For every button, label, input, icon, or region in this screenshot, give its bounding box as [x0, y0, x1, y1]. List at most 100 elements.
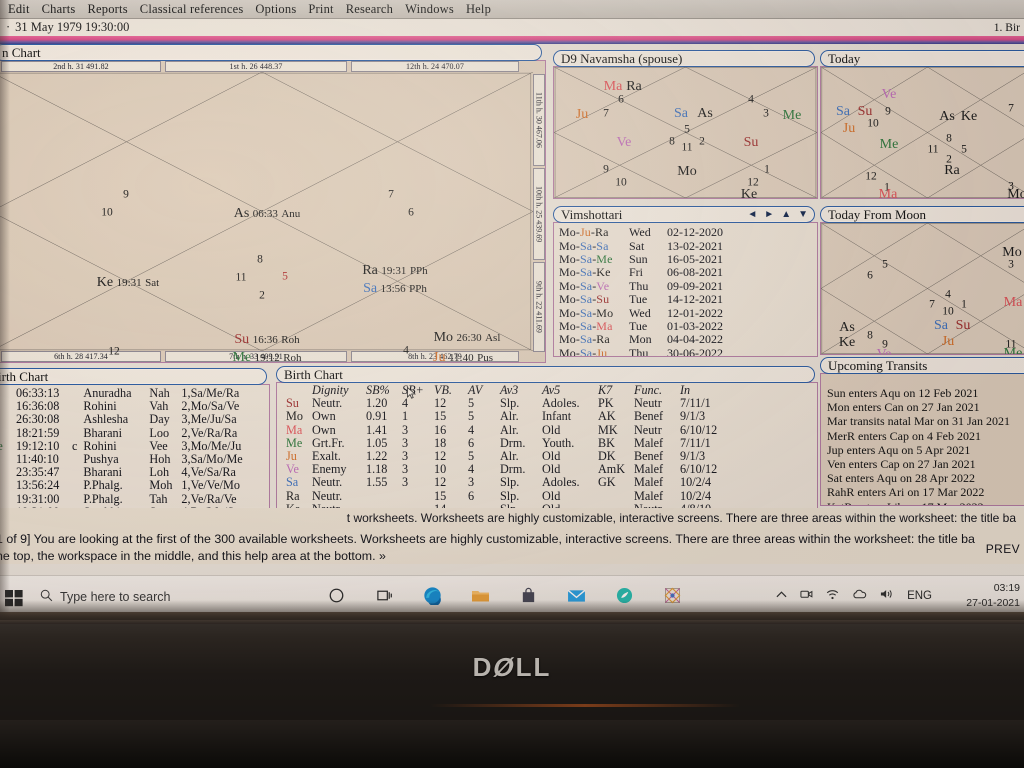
house-number: 5 [961, 143, 967, 156]
nav-prev-icon[interactable]: ◄ [747, 209, 757, 220]
start-button-icon[interactable] [4, 588, 24, 608]
edge-browser-icon[interactable] [421, 584, 443, 606]
search-input-placeholder[interactable]: Type here to search [60, 590, 170, 604]
search-box[interactable]: Type here to search [40, 589, 170, 605]
house-strip-10th: 10th h. 25 439.69 [533, 168, 545, 260]
onedrive-icon[interactable] [852, 589, 867, 602]
planet-as: As [839, 320, 855, 336]
main-chart-body[interactable]: 2nd h. 31 491.82 1st h. 26 448.37 12th h… [0, 60, 546, 363]
menu-item-edit[interactable]: Edit [2, 2, 36, 17]
nav-next-icon[interactable]: ► [764, 209, 774, 220]
transits-list[interactable]: Sun enters Aqu on 12 Feb 2021 Mon enters … [820, 373, 1024, 506]
planet-nakshatra: Pus [477, 352, 494, 363]
mouse-cursor-icon [407, 386, 417, 399]
planet-degree: 13:56 [380, 283, 406, 296]
menu-item-options[interactable]: Options [249, 2, 302, 17]
vimshottari-row[interactable]: Mo-Sa-Su Tue 14-12-2021 [559, 292, 817, 306]
table-row[interactable]: o26:30:08 Ashlesha Day 3,Me/Ju/Sa [0, 413, 269, 426]
av3-cell: Slp. [500, 475, 520, 490]
taskbar-clock[interactable]: 03:19 27-01-2021 [966, 581, 1020, 611]
sb-percent-cell: 1.41 [366, 422, 388, 437]
volume-icon[interactable] [880, 588, 894, 603]
vb-cell: 12 [434, 475, 447, 490]
panel-today: Today 9 10 7 6 8 11 5 2 12 [820, 50, 1024, 200]
show-hidden-icons-icon[interactable] [776, 590, 787, 602]
task-view-icon[interactable] [373, 584, 395, 606]
table-row[interactable]: a18:21:59 Bharani Loo 2,Ve/Ra/Ra [0, 425, 269, 440]
d9-body[interactable]: 6 7 4 3 5 8 11 2 9 10 12 1 Ma Ra Ju Sa A… [553, 66, 818, 199]
help-line-1: 1 of 9] You are looking at the first of … [0, 532, 975, 546]
vimshottari-row[interactable]: Mo-Sa-Ju Thu 30-06-2022 [559, 345, 817, 357]
prev-button[interactable]: PREV [986, 542, 1020, 556]
table-row[interactable]: Mo Own 0.91 1 15 5 Alr. Infant AK Benef 9/1/3 [283, 410, 806, 423]
mail-icon[interactable] [565, 584, 587, 606]
help-overflow-line: t worksheets. Worksheets are highly cust… [346, 511, 1016, 525]
retro-flag [69, 466, 80, 479]
sub-lords: 1,Ve/Ve/Mo [181, 478, 240, 493]
house-number: 11 [681, 141, 693, 154]
vimshottari-nav[interactable]: ◄ ► ▲ ▼ [747, 209, 808, 220]
vimshottari-row[interactable]: Mo-Ju-Ra Wed 02-12-2020 [559, 225, 817, 239]
table-row[interactable]: a13:56:24 P.Phalg. Moh 1,Ve/Ve/Mo [0, 479, 269, 492]
menu-item-help[interactable]: Help [460, 2, 497, 17]
house-number: 2 [259, 289, 265, 302]
table-row[interactable]: Ma Own 1.41 3 16 4 Alr. Old MK Neutr 6/10/12 [283, 422, 806, 437]
menu-item-reports[interactable]: Reports [81, 2, 133, 17]
planet-abbr: Sa [363, 281, 378, 297]
astrology-app-icon[interactable] [661, 584, 683, 606]
wifi-icon[interactable] [826, 589, 839, 603]
house-number: 7 [1008, 102, 1014, 115]
menu-item-print[interactable]: Print [302, 2, 339, 17]
table-row[interactable]: Sa Neutr. 1.55 3 12 3 Slp. Adoles. GK Malef 10/2/4 [283, 476, 806, 489]
table-row[interactable]: a19:31:00 P.Phalg. Tah 2,Ve/Ra/Ve [0, 492, 269, 506]
planet-abbr: Ke [96, 275, 114, 291]
vimshottari-row[interactable]: Mo-Sa-Ma Tue 01-03-2022 [559, 319, 817, 333]
vimshottari-row[interactable]: Mo-Sa-Mo Wed 12-01-2022 [559, 306, 817, 320]
language-indicator[interactable]: ENG [907, 590, 932, 602]
help-area: t worksheets. Worksheets are highly cust… [0, 508, 1024, 564]
planet-degree: 16:36 [252, 334, 278, 347]
menu-item-research[interactable]: Research [340, 2, 399, 17]
file-explorer-icon[interactable] [469, 584, 491, 606]
house-number: 2 [699, 135, 705, 148]
bc-left-body[interactable]: s06:33:13AnuradhaNah1,Sa/Me/Raa16:36:08R… [0, 384, 270, 509]
teal-app-icon[interactable] [613, 584, 635, 606]
menu-item-charts[interactable]: Charts [36, 2, 82, 17]
vimshottari-row[interactable]: Mo-Sa-Ve Thu 09-09-2021 [559, 279, 817, 293]
vimshottari-row[interactable]: Mo-Sa-Sa Sat 13-02-2021 [559, 239, 817, 253]
planet-time: 13:56:24 [16, 478, 60, 493]
vimshottari-row[interactable]: Mo-Sa-Me Sun 16-05-2021 [559, 252, 817, 266]
microsoft-store-icon[interactable] [517, 584, 539, 606]
today-body[interactable]: 9 10 7 6 8 11 5 2 12 1 3 4 Ve Sa Su Ju A… [820, 66, 1024, 199]
house-number: 6 [618, 93, 624, 106]
sb-plus-cell: 3 [402, 475, 409, 490]
clock-date: 27-01-2021 [966, 597, 1020, 610]
planet-abbr: Mo [286, 409, 303, 424]
planet-abbr: Me [232, 350, 252, 363]
cortana-icon[interactable] [325, 584, 347, 606]
vb-cell: 15 [434, 409, 447, 424]
house-strip-11th: 11th h. 30 467.06 [533, 74, 545, 166]
planet-ve: Ve [616, 135, 632, 151]
bc-right-body[interactable]: Dignity SB% SB+ VB. AV Av3 Av5 K7 Func. In Su Neutr… [276, 382, 818, 512]
worksheet-tab-label[interactable]: 1. Bir [994, 22, 1020, 34]
tfm-body[interactable]: 5 6 3 2 4 7 10 1 8 9 11 12 Mo Ma As Ke S… [820, 222, 1024, 355]
main-chart-title-label: n Chart [2, 44, 41, 60]
vimshottari-row[interactable]: Mo-Sa-Ke Fri 06-08-2021 [559, 265, 817, 279]
nav-up-icon[interactable]: ▲ [781, 209, 791, 220]
vimshottari-list[interactable]: Mo-Ju-Ra Wed 02-12-2020 Mo-Sa-Sa Sat 13-02-20… [553, 222, 818, 357]
planet-abbr: s [0, 387, 13, 400]
table-row[interactable]: Ra Neutr. 15 6 Slp. Old Malef 10/2/4 [283, 489, 806, 503]
panel-d9-navamsha: D9 Navamsha (spouse) 6 7 4 3 5 8 11 2 9 … [553, 50, 818, 200]
func-cell: Malef [634, 475, 664, 490]
planet-abbr: le [0, 439, 13, 453]
planet-time: 18:21:59 [16, 425, 60, 440]
nav-down-icon[interactable]: ▼ [798, 209, 808, 220]
accent-divider [0, 36, 1024, 44]
dasha-weekday: Thu [629, 345, 649, 357]
webcam-icon[interactable] [800, 588, 813, 603]
menu-item-classical-references[interactable]: Classical references [134, 2, 250, 17]
vimshottari-row[interactable]: Mo-Sa-Ra Mon 04-04-2022 [559, 332, 817, 346]
planet-ke: Ke [740, 187, 758, 199]
menu-item-windows[interactable]: Windows [399, 2, 460, 17]
